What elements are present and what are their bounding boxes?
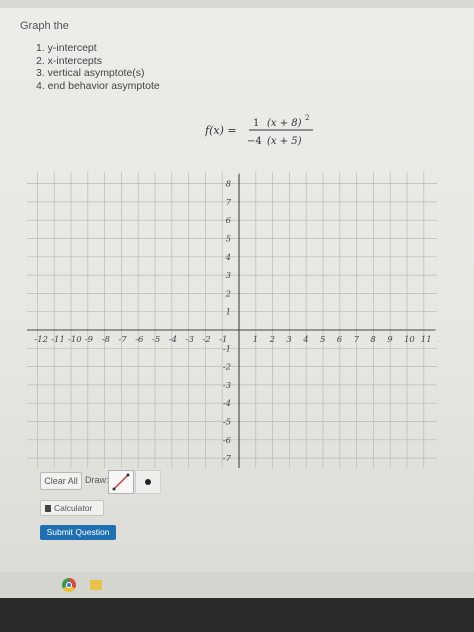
y-tick-labels: 87654321-1-2-3-4-5-6-7-8 bbox=[223, 180, 232, 465]
calculator-label: Calculator bbox=[54, 503, 93, 513]
x-tick-labels: -12 -11 -10 -9 -8 -7 -6 -5 -4 -3 -2 -1 1 2 3 4 5 6 7 8 9 10 11… bbox=[34, 335, 439, 345]
formula-num-term: (x + 8) bbox=[267, 118, 302, 129]
formula-lhs: f(x) = bbox=[205, 124, 237, 137]
point-tool-button[interactable] bbox=[135, 470, 161, 494]
folder-icon[interactable] bbox=[90, 580, 102, 590]
y-tick-label: 3 bbox=[226, 271, 231, 281]
step-item: 3. vertical asymptote(s) bbox=[36, 67, 145, 79]
draw-label: Draw: bbox=[85, 475, 109, 485]
formula-num-coef: 1 bbox=[253, 118, 259, 129]
line-tool-button[interactable] bbox=[108, 470, 134, 494]
prompt-text: Graph the bbox=[20, 20, 69, 32]
clear-all-button[interactable]: Clear All bbox=[40, 472, 82, 490]
point-tool-icon bbox=[145, 479, 151, 485]
x-tick-label: 4 bbox=[302, 335, 308, 345]
x-tick-label: 11 bbox=[421, 335, 432, 345]
y-tick-label: 4 bbox=[225, 253, 231, 263]
function-formula: f(x) = 1 (x + 8) 2 −4 (x + 5) bbox=[204, 112, 325, 152]
browser-top-bar bbox=[0, 0, 474, 8]
step-item: 2. x-intercepts bbox=[36, 54, 102, 67]
x-tick-label: -2 bbox=[202, 335, 210, 345]
y-tick-label: -3 bbox=[223, 381, 231, 391]
x-tick-label: 8 bbox=[370, 335, 376, 345]
x-tick-label: -3 bbox=[186, 335, 194, 345]
x-tick-label: 12 bbox=[438, 335, 439, 345]
x-tick-label: 3 bbox=[286, 335, 291, 345]
y-tick-label: -2 bbox=[223, 363, 231, 373]
step-item: 4. end behavior asymptote bbox=[36, 79, 160, 92]
calculator-icon bbox=[45, 505, 51, 512]
x-tick-label: -6 bbox=[135, 335, 144, 345]
step-item: 1. y-intercept bbox=[36, 42, 97, 54]
y-tick-label: -6 bbox=[223, 436, 232, 446]
x-tick-label: 7 bbox=[354, 335, 360, 345]
y-tick-label: 7 bbox=[226, 198, 232, 208]
x-tick-label: 2 bbox=[269, 335, 275, 345]
line-tool-icon bbox=[112, 473, 130, 491]
x-tick-label: -9 bbox=[85, 335, 94, 345]
monitor-bezel bbox=[0, 598, 474, 632]
x-tick-label: -8 bbox=[102, 335, 111, 345]
y-tick-label: 1 bbox=[226, 308, 231, 318]
y-tick-label: 8 bbox=[226, 180, 232, 190]
y-tick-label: -7 bbox=[223, 454, 232, 464]
x-tick-label: 5 bbox=[320, 335, 325, 345]
steps-list: 1. y-intercept 2. x-intercepts 3. vertic… bbox=[36, 42, 160, 92]
x-tick-label: 1 bbox=[253, 335, 258, 345]
grid-lines bbox=[27, 172, 437, 468]
formula-den-coef: −4 bbox=[247, 136, 262, 147]
y-tick-label: 2 bbox=[225, 289, 231, 299]
x-tick-label: -10 bbox=[68, 335, 82, 345]
x-tick-label: -11 bbox=[51, 335, 65, 345]
y-tick-label: 5 bbox=[226, 235, 231, 245]
y-tick-label: 6 bbox=[226, 216, 232, 226]
x-tick-label: 6 bbox=[337, 335, 343, 345]
x-tick-label: -4 bbox=[169, 335, 177, 345]
formula-num-exponent: 2 bbox=[305, 114, 309, 122]
calculator-button[interactable]: Calculator bbox=[40, 500, 104, 516]
submit-question-button[interactable]: Submit Question bbox=[40, 525, 116, 540]
y-tick-label: -5 bbox=[223, 418, 231, 428]
x-tick-label: 10 bbox=[404, 335, 415, 345]
chrome-icon[interactable] bbox=[62, 578, 76, 592]
formula-den-term: (x + 5) bbox=[267, 136, 302, 147]
x-tick-label: -7 bbox=[118, 335, 127, 345]
y-tick-label: -4 bbox=[223, 399, 231, 409]
x-tick-label: -12 bbox=[34, 335, 48, 345]
y-tick-label: -1 bbox=[223, 344, 231, 354]
screen: Graph the 1. y-intercept 2. x-intercepts… bbox=[0, 0, 474, 572]
x-tick-label: 9 bbox=[387, 335, 393, 345]
x-tick-label: -5 bbox=[152, 335, 160, 345]
graph-grid[interactable]: -12 -11 -10 -9 -8 -7 -6 -5 -4 -3 -2 -1 1 2 3 4 5 6 7 8 9 10 11… bbox=[25, 170, 439, 470]
